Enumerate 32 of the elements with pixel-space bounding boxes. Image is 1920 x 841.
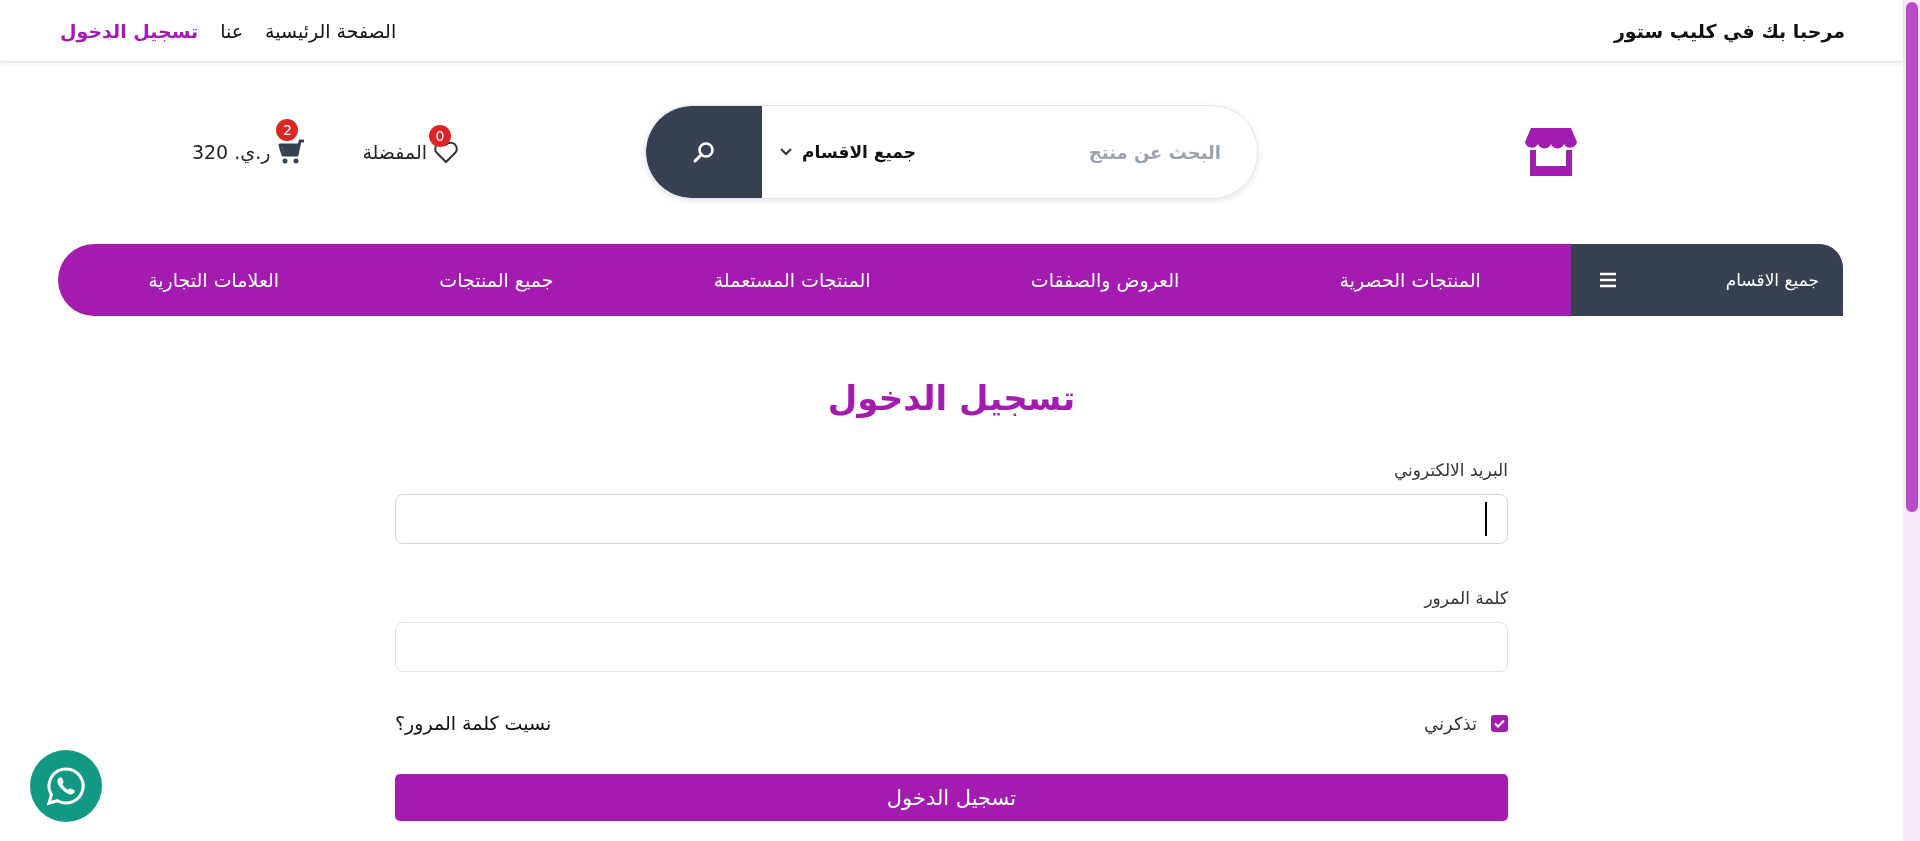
input-field[interactable] xyxy=(395,622,1508,672)
page-title: تسجيل الدخول xyxy=(826,378,1077,418)
heart-icon xyxy=(433,140,459,164)
menu-icon xyxy=(1599,272,1617,288)
field-label: البريد الالكتروني xyxy=(1393,460,1508,480)
nav-link[interactable]: جميع المنتجات xyxy=(439,269,554,291)
scrollbar[interactable] xyxy=(1903,0,1920,841)
phone-bubble-icon xyxy=(45,765,87,807)
input-field[interactable] xyxy=(395,494,1508,544)
wishlist-count: 0 xyxy=(429,125,451,147)
search-field[interactable]: البحث عن منتج xyxy=(932,141,1257,163)
cart-count: 2 xyxy=(276,119,299,141)
remember-label: تذكرني xyxy=(1424,712,1477,734)
category-dropdown[interactable]: جميع الاقسام xyxy=(762,142,932,162)
remember-checkbox[interactable] xyxy=(1491,714,1508,732)
categories-button[interactable]: جميع الاقسام xyxy=(1571,244,1843,316)
top-link[interactable]: عنا xyxy=(220,19,244,42)
chevron-down-icon xyxy=(780,148,793,156)
top-link[interactable]: الصفحة الرئيسية xyxy=(265,19,397,42)
search-button[interactable] xyxy=(646,106,762,198)
nav-link[interactable]: العلامات التجارية xyxy=(148,269,280,291)
top-link[interactable]: تسجيل الدخول xyxy=(60,19,199,42)
nav-link[interactable]: المنتجات المستعملة xyxy=(713,269,871,291)
welcome-text: مرحبا بك في كليب ستور xyxy=(1613,19,1845,42)
nav-link[interactable]: العروض والصفقات xyxy=(1030,269,1180,291)
forgot-password-link[interactable]: نسيت كلمة المرور؟ xyxy=(395,712,552,734)
checkmark-icon xyxy=(1494,718,1505,728)
field-label: كلمة المرور xyxy=(1424,588,1508,608)
search-icon xyxy=(692,140,716,164)
nav-link[interactable]: المنتجات الحصرية xyxy=(1339,269,1481,291)
login-button[interactable]: تسجيل الدخول xyxy=(395,774,1508,821)
cart-icon xyxy=(276,138,307,166)
